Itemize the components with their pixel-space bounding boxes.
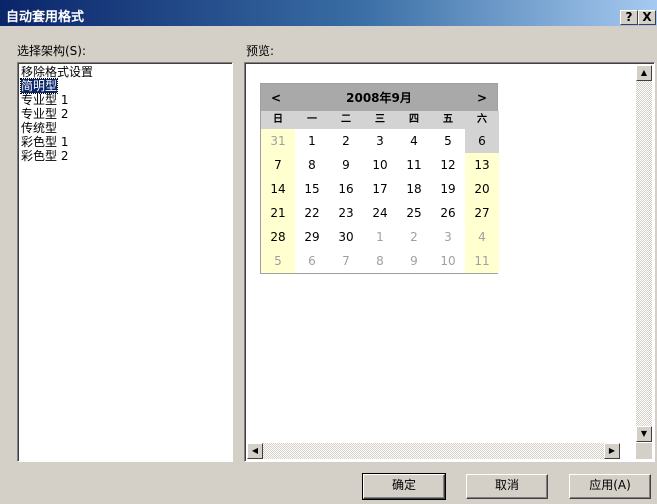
- calendar-grid: 日一二三四五六 31 1 2 3 4 5 6 7 8 9 10 11 12 13 14 15 16 17 18 19 20…: [261, 111, 499, 273]
- scheme-list-item[interactable]: 传统型: [18, 121, 232, 135]
- prev-month-link[interactable]: <: [271, 91, 281, 105]
- calendar-day[interactable]: 3: [363, 129, 397, 153]
- calendar-preview: < 2008年9月 > 日一二三四五六 31 1 2 3 4 5 6 7 8 9 10 11 12 13 14…: [260, 83, 499, 274]
- calendar-day[interactable]: 2: [397, 225, 431, 249]
- vertical-scrollbar[interactable]: ▲ ▼: [636, 65, 652, 442]
- calendar-day[interactable]: 28: [261, 225, 295, 249]
- calendar-day[interactable]: 20: [465, 177, 499, 201]
- window-title: 自动套用格式: [6, 10, 85, 25]
- weekday-header: 六: [465, 111, 499, 129]
- calendar-day[interactable]: 22: [295, 201, 329, 225]
- scheme-list-item-label: 彩色型 1: [21, 135, 69, 149]
- scroll-left-button[interactable]: ◀: [247, 443, 263, 459]
- close-button[interactable]: X: [638, 10, 656, 25]
- scheme-list-item[interactable]: 简明型: [18, 78, 232, 94]
- calendar-day[interactable]: 8: [295, 153, 329, 177]
- scheme-list-item-label: 专业型 1: [21, 93, 69, 107]
- calendar-day[interactable]: 21: [261, 201, 295, 225]
- apply-button[interactable]: 应用(A): [569, 474, 651, 499]
- calendar-day[interactable]: 11: [397, 153, 431, 177]
- calendar-day[interactable]: 3: [431, 225, 465, 249]
- scroll-up-button[interactable]: ▲: [636, 65, 652, 81]
- calendar-day[interactable]: 15: [295, 177, 329, 201]
- calendar-day[interactable]: 7: [329, 249, 363, 273]
- calendar-day[interactable]: 31: [261, 129, 295, 153]
- weekday-header: 五: [431, 111, 465, 129]
- scheme-label: 选择架构(S):: [17, 44, 87, 58]
- scheme-list-item[interactable]: 彩色型 1: [18, 135, 232, 149]
- calendar-day[interactable]: 18: [397, 177, 431, 201]
- calendar-day[interactable]: 1: [363, 225, 397, 249]
- scheme-list-item-label: 传统型: [21, 121, 58, 135]
- calendar-day[interactable]: 1: [295, 129, 329, 153]
- calendar-day[interactable]: 13: [465, 153, 499, 177]
- calendar-day[interactable]: 6: [465, 129, 499, 153]
- calendar-day[interactable]: 26: [431, 201, 465, 225]
- calendar-day[interactable]: 27: [465, 201, 499, 225]
- calendar-day[interactable]: 17: [363, 177, 397, 201]
- weekday-header: 二: [329, 111, 363, 129]
- scheme-list-item[interactable]: 专业型 2: [18, 107, 232, 121]
- weekday-header: 一: [295, 111, 329, 129]
- calendar-day[interactable]: 23: [329, 201, 363, 225]
- cancel-button[interactable]: 取消: [466, 474, 548, 499]
- weekday-header: 日: [261, 111, 295, 129]
- calendar-day[interactable]: 5: [261, 249, 295, 273]
- calendar-day[interactable]: 9: [397, 249, 431, 273]
- scheme-list-item-label: 专业型 2: [21, 107, 69, 121]
- scroll-down-button[interactable]: ▼: [636, 426, 652, 442]
- calendar-day[interactable]: 2: [329, 129, 363, 153]
- calendar-day[interactable]: 10: [431, 249, 465, 273]
- calendar-header: < 2008年9月 >: [261, 84, 497, 111]
- next-month-link[interactable]: >: [477, 91, 487, 105]
- horizontal-scrollbar[interactable]: ◀ ▶: [247, 443, 620, 459]
- calendar-day[interactable]: 4: [397, 129, 431, 153]
- calendar-title: 2008年9月: [346, 91, 412, 105]
- calendar-day[interactable]: 5: [431, 129, 465, 153]
- calendar-day[interactable]: 14: [261, 177, 295, 201]
- calendar-day[interactable]: 16: [329, 177, 363, 201]
- calendar-day[interactable]: 25: [397, 201, 431, 225]
- scheme-list-item[interactable]: 专业型 1: [18, 93, 232, 107]
- weekday-header: 四: [397, 111, 431, 129]
- calendar-day[interactable]: 24: [363, 201, 397, 225]
- calendar-day[interactable]: 9: [329, 153, 363, 177]
- scroll-right-button[interactable]: ▶: [604, 443, 620, 459]
- scheme-list-item[interactable]: 彩色型 2: [18, 149, 232, 163]
- preview-label: 预览:: [246, 44, 275, 58]
- scheme-list-item[interactable]: 移除格式设置: [18, 65, 232, 79]
- calendar-day[interactable]: 4: [465, 225, 499, 249]
- calendar-day[interactable]: 10: [363, 153, 397, 177]
- scheme-listbox[interactable]: 移除格式设置 简明型 专业型 1 专业型 2 传统型 彩色型 1 彩色型 2: [17, 62, 233, 462]
- calendar-day[interactable]: 29: [295, 225, 329, 249]
- scheme-list-item-label: 简明型: [19, 78, 59, 94]
- scrollbar-corner: [636, 443, 652, 459]
- calendar-day[interactable]: 7: [261, 153, 295, 177]
- scheme-list-item-label: 移除格式设置: [21, 65, 94, 79]
- calendar-day[interactable]: 30: [329, 225, 363, 249]
- weekday-header: 三: [363, 111, 397, 129]
- preview-pane: < 2008年9月 > 日一二三四五六 31 1 2 3 4 5 6 7 8 9 10 11 12 13 14…: [244, 62, 655, 462]
- ok-button[interactable]: 确定: [362, 473, 446, 500]
- title-bar: 自动套用格式: [0, 0, 657, 26]
- calendar-day[interactable]: 12: [431, 153, 465, 177]
- calendar-day[interactable]: 11: [465, 249, 499, 273]
- calendar-day[interactable]: 19: [431, 177, 465, 201]
- scheme-list-item-label: 彩色型 2: [21, 149, 69, 163]
- calendar-day[interactable]: 6: [295, 249, 329, 273]
- help-button[interactable]: ?: [620, 10, 638, 25]
- calendar-day[interactable]: 8: [363, 249, 397, 273]
